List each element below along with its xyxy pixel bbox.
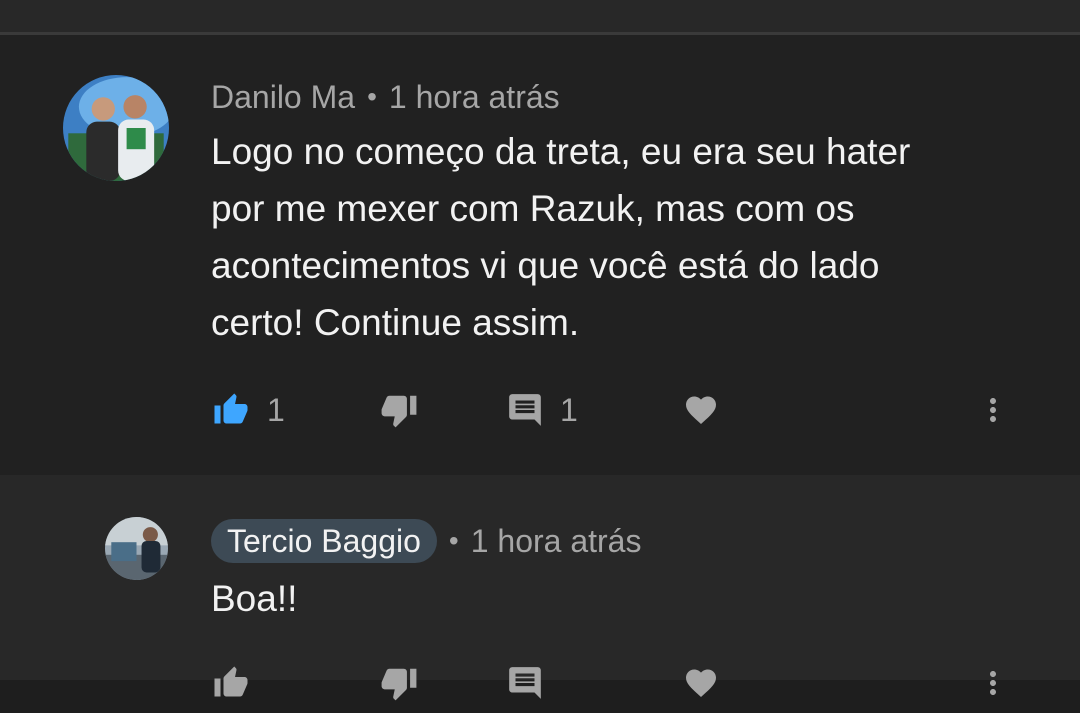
avatar[interactable]: [105, 517, 168, 580]
reply-item: Tercio Baggio • 1 hora atrás Boa!!: [0, 475, 1080, 701]
author-name[interactable]: Danilo Ma: [211, 79, 355, 116]
top-bar: [0, 0, 1080, 32]
separator: •: [448, 525, 459, 556]
separator: •: [367, 81, 377, 112]
comment-item: Danilo Ma • 1 hora atrás Logo no começo …: [0, 35, 1080, 475]
like-button[interactable]: 1: [211, 380, 285, 440]
comment-icon: [509, 667, 541, 699]
more-vert-icon: [990, 398, 996, 422]
avatar[interactable]: [63, 75, 169, 181]
comment-text: Logo no começo da treta, eu era seu hate…: [211, 131, 911, 343]
heart-button[interactable]: [682, 380, 720, 440]
comment-time: 1 hora atrás: [388, 78, 560, 115]
dislike-button[interactable]: [378, 653, 420, 713]
thumbs-down-icon: [381, 668, 417, 701]
reply-count: 1: [560, 391, 578, 428]
comment-meta: Tercio Baggio • 1 hora atrás: [211, 519, 641, 563]
dislike-button[interactable]: [378, 380, 420, 440]
comment-icon: [509, 394, 541, 426]
like-button[interactable]: [211, 653, 251, 713]
thumbs-up-icon: [214, 393, 248, 424]
more-options-button[interactable]: [975, 653, 1011, 713]
comment-actions: [0, 653, 1080, 713]
like-count: 1: [267, 391, 285, 428]
thumbs-up-icon: [214, 666, 248, 697]
heart-icon: [686, 396, 716, 425]
author-chip[interactable]: Tercio Baggio: [211, 519, 437, 563]
thumbs-down-icon: [381, 395, 417, 428]
comment-time: 1 hora atrás: [470, 522, 642, 559]
heart-button[interactable]: [682, 653, 720, 713]
heart-icon: [686, 669, 716, 698]
comment-meta: Danilo Ma • 1 hora atrás: [211, 77, 560, 117]
more-options-button[interactable]: [975, 380, 1011, 440]
comment-text: Boa!!: [211, 578, 298, 619]
comment-actions: 1 1: [0, 380, 1080, 440]
reply-button[interactable]: 1: [506, 380, 578, 440]
more-vert-icon: [990, 671, 996, 695]
reply-button[interactable]: [506, 653, 544, 713]
